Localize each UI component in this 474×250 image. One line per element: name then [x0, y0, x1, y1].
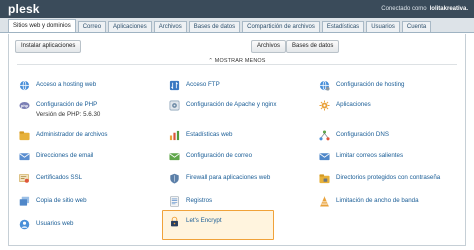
web-users-icon [19, 219, 30, 230]
tool-label: Configuración de correo [186, 152, 253, 159]
tool-hosting-access[interactable]: Acceso a hosting web [19, 80, 96, 96]
hosting-settings-icon [319, 80, 330, 91]
logs-icon [169, 196, 180, 207]
tab-file-sharing[interactable]: Compartición de archivos [242, 21, 320, 32]
firewall-icon [169, 173, 180, 184]
tool-label: Limitación de ancho de banda [336, 197, 419, 204]
tool-applications[interactable]: Aplicaciones [319, 100, 371, 116]
tab-applications[interactable]: Aplicaciones [108, 21, 152, 32]
outgoing-mail-limit-icon [319, 151, 330, 162]
tool-ftp-access[interactable]: Acceso FTP [169, 80, 220, 96]
tool-label: Administrador de archivos [36, 131, 108, 138]
applications-icon [319, 100, 330, 111]
tool-ssl-certificates[interactable]: Certificados SSL [19, 173, 82, 189]
install-apps-button[interactable]: Instalar aplicaciones [15, 40, 82, 53]
php-icon: php [19, 100, 30, 111]
tool-label: Estadísticas web [186, 131, 233, 138]
files-button[interactable]: Archivos [251, 40, 287, 53]
tool-label: Limitar correos salientes [336, 152, 404, 159]
tool-lets-encrypt[interactable]: Let's Encrypt [169, 216, 222, 232]
tool-label: Certificados SSL [36, 174, 83, 181]
tool-label: Acceso FTP [186, 81, 220, 88]
plesk-logo[interactable]: plesk [8, 0, 40, 18]
tool-label: Copia de sitio web [36, 197, 87, 204]
show-less-label: ⌃ MOSTRAR MENOS [204, 58, 270, 64]
tool-label: Usuarios web [36, 220, 74, 227]
tool-web-statistics[interactable]: Estadísticas web [169, 130, 232, 146]
php-version: Versión de PHP: 5.6.30 [36, 111, 101, 118]
tab-websites-domains[interactable]: Sitios web y dominios [8, 19, 76, 32]
databases-button[interactable]: Bases de datos [286, 40, 340, 53]
lets-encrypt-icon [169, 216, 180, 227]
tool-label: Configuración DNS [336, 131, 389, 138]
tool-label: Acceso a hosting web [36, 81, 97, 88]
main-tabs: Sitios web y dominios Correo Aplicacione… [0, 18, 474, 33]
ssl-certificate-icon [19, 173, 30, 184]
file-manager-icon [19, 130, 30, 141]
top-header: plesk Conectado como lolitakreativa. [0, 0, 474, 18]
tool-label: Let's Encrypt [186, 217, 222, 224]
toolbar: Instalar aplicaciones Archivos Bases de … [13, 40, 461, 54]
mail-settings-icon [169, 151, 180, 162]
user-info: Conectado como lolitakreativa. [381, 6, 468, 12]
bandwidth-limit-icon [319, 196, 330, 207]
tool-file-manager[interactable]: Administrador de archivos [19, 130, 108, 146]
tool-apache-nginx[interactable]: Configuración de Apache y nginx [169, 100, 276, 116]
domain-panel: Instalar aplicaciones Archivos Bases de … [8, 34, 466, 246]
tool-label: Directorios protegidos con contraseña [336, 174, 441, 181]
tool-label: Configuración de hosting [336, 81, 405, 88]
hosting-access-icon [19, 80, 30, 91]
tab-mail[interactable]: Correo [77, 21, 107, 32]
tool-mail-addresses[interactable]: Direcciones de email [19, 151, 93, 167]
tool-label: Registros [186, 197, 213, 204]
tab-users[interactable]: Usuarios [366, 21, 400, 32]
tool-bandwidth-limit[interactable]: Limitación de ancho de banda [319, 196, 419, 212]
tool-hosting-settings[interactable]: Configuración de hosting [319, 80, 404, 96]
tab-statistics[interactable]: Estadísticas [321, 21, 365, 32]
tool-label: Firewall para aplicaciones web [186, 174, 271, 181]
user-name-link[interactable]: lolitakreativa. [430, 6, 468, 12]
tool-outgoing-mail-limit[interactable]: Limitar correos salientes [319, 151, 403, 167]
tool-web-users[interactable]: Usuarios web [19, 219, 74, 235]
show-less-toggle[interactable]: ⌃ MOSTRAR MENOS [9, 58, 465, 70]
tab-files[interactable]: Archivos [153, 21, 187, 32]
website-copy-icon [19, 196, 30, 207]
tab-account[interactable]: Cuenta [401, 21, 432, 32]
tool-label: Direcciones de email [36, 152, 94, 159]
ftp-access-icon [169, 80, 180, 91]
tool-web-app-firewall[interactable]: Firewall para aplicaciones web [169, 173, 270, 189]
apache-nginx-icon [169, 100, 180, 111]
protected-directories-icon [319, 173, 330, 184]
svg-text:php: php [21, 104, 29, 108]
tool-logs[interactable]: Registros [169, 196, 212, 212]
dns-settings-icon [319, 130, 330, 141]
tool-php-settings[interactable]: php Configuración de PHP Versión de PHP:… [19, 100, 101, 118]
tool-website-copy[interactable]: Copia de sitio web [19, 196, 87, 212]
tool-protected-directories[interactable]: Directorios protegidos con contraseña [319, 173, 440, 189]
web-statistics-icon [169, 130, 180, 141]
logged-in-label: Conectado como [381, 6, 427, 12]
divider [17, 64, 457, 65]
tool-mail-settings[interactable]: Configuración de correo [169, 151, 252, 167]
mail-addresses-icon [19, 151, 30, 162]
tool-label: Configuración de PHP [36, 101, 98, 108]
tab-databases[interactable]: Bases de datos [188, 21, 241, 32]
tool-label: Aplicaciones [336, 101, 371, 108]
tool-label: Configuración de Apache y nginx [186, 101, 277, 108]
tool-dns-settings[interactable]: Configuración DNS [319, 130, 389, 146]
